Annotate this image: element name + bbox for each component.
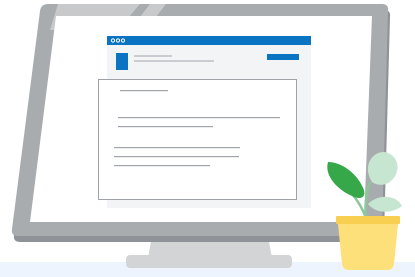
document-page bbox=[98, 79, 297, 200]
text-line bbox=[120, 90, 168, 92]
text-line bbox=[114, 147, 240, 149]
header-button bbox=[267, 54, 299, 60]
stand-base bbox=[126, 255, 292, 268]
window-titlebar bbox=[107, 36, 311, 45]
header-text-line bbox=[134, 55, 172, 57]
avatar-block bbox=[116, 53, 128, 70]
app-window bbox=[98, 36, 311, 208]
text-line bbox=[118, 117, 280, 119]
header-text-line bbox=[134, 60, 214, 62]
text-line bbox=[118, 126, 213, 128]
monitor-illustration bbox=[0, 4, 415, 277]
text-line bbox=[114, 165, 210, 167]
pot-body bbox=[338, 224, 398, 270]
pot-rim bbox=[336, 216, 400, 224]
text-line bbox=[114, 156, 239, 158]
